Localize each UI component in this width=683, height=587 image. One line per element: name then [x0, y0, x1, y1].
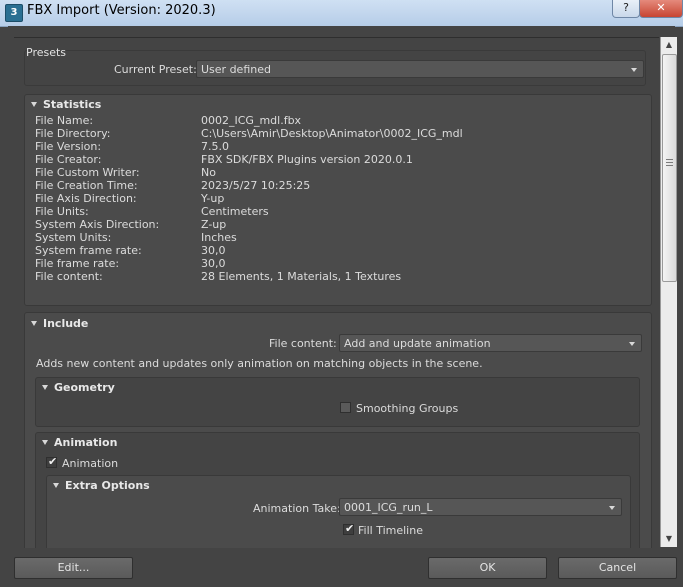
- statistics-key: File Directory:: [35, 127, 111, 140]
- collapse-triangle-icon[interactable]: [31, 102, 37, 107]
- fill-timeline-label[interactable]: Fill Timeline: [358, 524, 423, 537]
- ok-button[interactable]: OK: [428, 557, 547, 579]
- statistics-row: File content: 28 Elements, 1 Materials, 1…: [35, 270, 655, 283]
- statistics-value: No: [201, 166, 216, 179]
- statistics-value: 0002_ICG_mdl.fbx: [201, 114, 302, 127]
- statistics-row: System Axis Direction: Z-up: [35, 218, 655, 231]
- statistics-key: System Units:: [35, 231, 112, 244]
- statistics-row: File Custom Writer: No: [35, 166, 655, 179]
- close-button[interactable]: ✕: [639, 0, 683, 18]
- statistics-key: System frame rate:: [35, 244, 142, 257]
- statistics-value: 7.5.0: [201, 140, 229, 153]
- statistics-value: 2023/5/27 10:25:25: [201, 179, 311, 192]
- statistics-row: File Creation Time: 2023/5/27 10:25:25: [35, 179, 655, 192]
- statistics-key: System Axis Direction:: [35, 218, 160, 231]
- chevron-down-icon: [629, 342, 635, 346]
- extra-options-panel: Extra Options Animation Take: 0001_ICG_r…: [46, 475, 631, 548]
- title-bar: 3 FBX Import (Version: 2020.3) ? ✕: [0, 0, 683, 27]
- collapse-triangle-icon[interactable]: [31, 321, 37, 326]
- grip-line: [666, 159, 673, 160]
- animation-checkbox[interactable]: ✔: [46, 455, 58, 468]
- statistics-key: File Version:: [35, 140, 102, 153]
- statistics-row: System Units: Inches: [35, 231, 655, 244]
- statistics-key: File frame rate:: [35, 257, 120, 270]
- statistics-key: File Units:: [35, 205, 89, 218]
- settings-scroll-area[interactable]: Presets Current Preset: User defined Sta…: [14, 37, 659, 548]
- collapse-triangle-icon[interactable]: [42, 385, 48, 390]
- current-preset-dropdown[interactable]: User defined: [196, 60, 644, 78]
- statistics-row: System frame rate: 30,0: [35, 244, 655, 257]
- statistics-row: File Axis Direction: Y-up: [35, 192, 655, 205]
- include-description: Adds new content and updates only animat…: [36, 357, 483, 370]
- presets-group-label: Presets: [26, 46, 67, 59]
- 3dsmax-app-icon: 3: [5, 4, 23, 22]
- fill-timeline-checkbox[interactable]: ✔: [343, 522, 355, 535]
- statistics-value: Centimeters: [201, 205, 269, 218]
- animation-title[interactable]: Animation: [54, 436, 117, 449]
- statistics-value: 30,0: [201, 257, 226, 270]
- statistics-row: File Directory: C:\Users\Amir\Desktop\Ani…: [35, 127, 655, 140]
- smoothing-groups-checkbox[interactable]: [340, 402, 351, 413]
- statistics-row: File frame rate: 30,0: [35, 257, 655, 270]
- file-content-label: File content:: [269, 337, 337, 350]
- collapse-triangle-icon[interactable]: [53, 483, 59, 488]
- animation-panel: Animation ✔ Animation Extra Options Anim…: [35, 432, 640, 548]
- file-content-dropdown[interactable]: Add and update animation: [339, 334, 642, 352]
- file-content-value: Add and update animation: [344, 337, 491, 350]
- scrollbar-thumb[interactable]: [662, 54, 677, 282]
- statistics-panel: Statistics File Name: 0002_ICG_mdl.fbx Fil…: [24, 94, 652, 306]
- statistics-row: File Name: 0002_ICG_mdl.fbx: [35, 114, 655, 127]
- geometry-panel: Geometry Smoothing Groups: [35, 377, 640, 427]
- statistics-key: File content:: [35, 270, 103, 283]
- checkmark-icon: ✔: [345, 522, 355, 535]
- collapse-triangle-icon[interactable]: [42, 440, 48, 445]
- statistics-key: File Creator:: [35, 153, 102, 166]
- scroll-up-arrow-icon[interactable]: ▲: [661, 37, 677, 53]
- statistics-key: File Creation Time:: [35, 179, 138, 192]
- current-preset-label: Current Preset:: [114, 63, 197, 76]
- chevron-down-icon: [609, 506, 615, 510]
- vertical-scrollbar[interactable]: ▲ ▼: [660, 37, 677, 547]
- include-title[interactable]: Include: [43, 317, 88, 330]
- statistics-value: FBX SDK/FBX Plugins version 2020.0.1: [201, 153, 413, 166]
- animation-checkbox-label[interactable]: Animation: [62, 457, 118, 470]
- statistics-key: File Name:: [35, 114, 94, 127]
- checkmark-icon: ✔: [48, 455, 58, 468]
- animation-take-value: 0001_ICG_run_L: [344, 501, 433, 514]
- geometry-title[interactable]: Geometry: [54, 381, 115, 394]
- statistics-value: Inches: [201, 231, 237, 244]
- statistics-row: File Units: Centimeters: [35, 205, 655, 218]
- grip-line: [666, 165, 673, 166]
- statistics-list: File Name: 0002_ICG_mdl.fbx File Directory…: [35, 114, 645, 304]
- animation-take-label: Animation Take:: [253, 502, 341, 515]
- statistics-value: Z-up: [201, 218, 227, 231]
- current-preset-value: User defined: [201, 63, 271, 76]
- statistics-key: File Custom Writer:: [35, 166, 140, 179]
- cancel-button[interactable]: Cancel: [558, 557, 677, 579]
- grip-line: [666, 162, 673, 163]
- include-panel: Include File content: Add and update ani…: [24, 312, 652, 548]
- help-button[interactable]: ?: [612, 0, 640, 18]
- statistics-value: C:\Users\Amir\Desktop\Animator\0002_ICG_…: [201, 127, 463, 140]
- statistics-value: 30,0: [201, 244, 226, 257]
- window-title: FBX Import (Version: 2020.3): [27, 3, 216, 18]
- chevron-down-icon: [631, 68, 637, 72]
- statistics-row: File Creator: FBX SDK/FBX Plugins version…: [35, 153, 655, 166]
- extra-options-title[interactable]: Extra Options: [65, 479, 150, 492]
- statistics-key: File Axis Direction:: [35, 192, 137, 205]
- statistics-row: File Version: 7.5.0: [35, 140, 655, 153]
- edit-button[interactable]: Edit...: [14, 557, 133, 579]
- scroll-down-arrow-icon[interactable]: ▼: [661, 531, 677, 547]
- statistics-title[interactable]: Statistics: [43, 98, 101, 111]
- statistics-value: 28 Elements, 1 Materials, 1 Textures: [201, 270, 402, 283]
- animation-take-dropdown[interactable]: 0001_ICG_run_L: [339, 498, 622, 516]
- smoothing-groups-label[interactable]: Smoothing Groups: [356, 402, 458, 415]
- statistics-value: Y-up: [201, 192, 225, 205]
